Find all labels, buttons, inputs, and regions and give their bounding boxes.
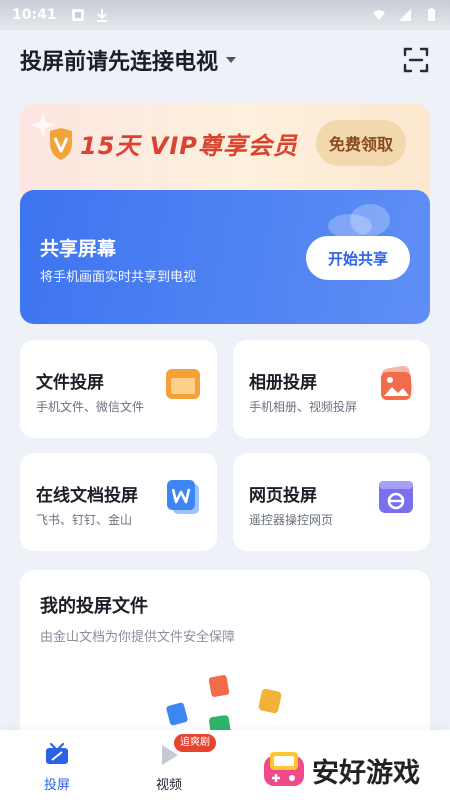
header: 投屏前请先连接电视: [20, 42, 430, 78]
folder-icon: [166, 369, 200, 399]
wifi-icon: [373, 10, 385, 20]
document-w-icon: [167, 480, 199, 514]
notification-icon: [71, 9, 84, 21]
tile-subtitle: 手机相册、视频投屏: [249, 400, 358, 414]
tile-title: 文件投屏: [36, 373, 104, 393]
cast-icon: [46, 742, 68, 764]
scan-icon: [403, 47, 429, 73]
status-time: 10:41: [12, 7, 57, 23]
my-files-title: 我的投屏文件: [40, 596, 148, 617]
cloud-icon: [328, 204, 390, 238]
online-doc-cast-tile[interactable]: 在线文档投屏 飞书、钉钉、金山: [20, 453, 217, 551]
vip-offer-text: 15天 VIP尊享会员: [80, 132, 298, 160]
tile-title: 在线文档投屏: [36, 486, 138, 506]
battery-icon: [428, 8, 435, 21]
tile-title: 网页投屏: [249, 486, 317, 506]
web-cast-tile[interactable]: 网页投屏 遥控器操控网页: [233, 453, 430, 551]
scan-button[interactable]: [402, 46, 430, 74]
tile-title: 相册投屏: [249, 373, 317, 393]
signal-icon: [399, 9, 411, 21]
tile-subtitle: 手机文件、微信文件: [36, 400, 145, 414]
nav-label: 投屏: [43, 778, 70, 793]
watermark-logo: 安好游戏: [262, 742, 448, 798]
share-screen-title: 共享屏幕: [40, 238, 117, 260]
browser-icon: [379, 481, 413, 513]
share-screen-card[interactable]: 共享屏幕 将手机画面实时共享到电视 开始共享: [20, 190, 430, 324]
gamepad-logo-icon: [264, 752, 304, 786]
my-files-subtitle: 由金山文档为你提供文件安全保障: [40, 630, 236, 645]
free-claim-button[interactable]: 免费领取: [316, 120, 406, 166]
vip-gem-icon: [50, 127, 72, 160]
nav-cast[interactable]: 投屏: [22, 738, 92, 794]
start-share-button[interactable]: 开始共享: [306, 236, 410, 280]
share-screen-subtitle: 将手机画面实时共享到电视: [40, 270, 197, 285]
photo-icon: [381, 366, 413, 400]
tile-subtitle: 遥控器操控网页: [249, 513, 334, 527]
photo-cast-tile[interactable]: 相册投屏 手机相册、视频投屏: [233, 340, 430, 438]
drama-badge: 追爽剧: [174, 734, 216, 752]
file-cast-tile[interactable]: 文件投屏 手机文件、微信文件: [20, 340, 217, 438]
download-icon: [96, 9, 107, 22]
watermark-text: 安好游戏: [312, 757, 420, 789]
connect-tv-title[interactable]: 投屏前请先连接电视: [20, 44, 218, 76]
vip-banner[interactable]: 15天 VIP尊享会员 免费领取: [20, 104, 430, 204]
nav-label: 视频: [155, 778, 182, 793]
status-bar: 10:41: [0, 0, 450, 30]
tile-subtitle: 飞书、钉钉、金山: [36, 513, 133, 527]
chevron-down-icon[interactable]: [226, 57, 237, 63]
